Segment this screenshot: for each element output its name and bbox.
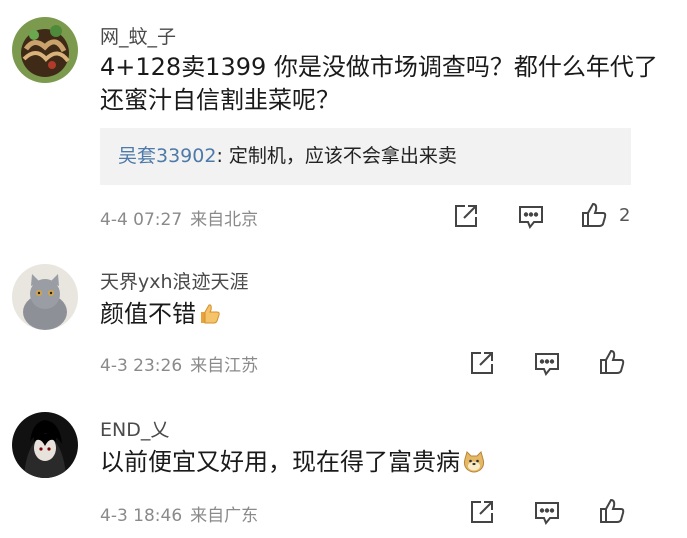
comment-item: 网_蚊_子 4+128卖1399 你是没做市场调查吗？都什么年代了 还蜜汁自信割… bbox=[0, 0, 687, 240]
location: 来自广东 bbox=[190, 506, 259, 526]
timestamp: 4-3 23:26 bbox=[100, 356, 183, 376]
username[interactable]: 网_蚊_子 bbox=[100, 22, 176, 49]
thumbs-up-emoji bbox=[198, 302, 222, 335]
avatar[interactable] bbox=[12, 412, 78, 478]
comment-text-body: 颜值不错 bbox=[100, 300, 196, 328]
username[interactable]: 天界yxh浪迹天涯 bbox=[100, 267, 249, 294]
comment-meta: 4-3 18:46 来自广东 bbox=[100, 501, 258, 526]
like-icon[interactable] bbox=[580, 201, 608, 229]
share-icon[interactable] bbox=[452, 202, 480, 230]
comment-meta: 4-4 07:27 来自北京 bbox=[100, 205, 258, 230]
comment-text: 4+128卖1399 你是没做市场调查吗？都什么年代了 还蜜汁自信割韭菜呢？ bbox=[100, 53, 658, 114]
comment-meta: 4-3 23:26 来自江苏 bbox=[100, 351, 258, 376]
reply-username[interactable]: 吴套33902 bbox=[118, 145, 216, 167]
comment-text: 颜值不错 bbox=[100, 298, 660, 335]
comment-icon[interactable] bbox=[533, 498, 561, 526]
comment-item: END_乂 以前便宜又好用，现在得了富贵病 4-3 18:46 来自广东 bbox=[0, 398, 687, 538]
comment-icon[interactable] bbox=[533, 349, 561, 377]
comment-text-body: 以前便宜又好用，现在得了富贵病 bbox=[100, 448, 460, 476]
reply-preview[interactable]: 吴套33902: 定制机，应该不会拿出来卖 bbox=[100, 128, 631, 185]
doge-emoji bbox=[462, 450, 486, 483]
timestamp: 4-3 18:46 bbox=[100, 506, 183, 526]
like-icon[interactable] bbox=[598, 348, 626, 376]
like-count: 2 bbox=[619, 205, 631, 226]
username[interactable]: END_乂 bbox=[100, 415, 169, 442]
comment-item: 天界yxh浪迹天涯 颜值不错 4-3 23:26 来自江苏 bbox=[0, 250, 687, 390]
comment-text: 以前便宜又好用，现在得了富贵病 bbox=[100, 446, 660, 483]
timestamp: 4-4 07:27 bbox=[100, 210, 183, 230]
comment-icon[interactable] bbox=[517, 202, 545, 230]
share-icon[interactable] bbox=[468, 498, 496, 526]
reply-text: : 定制机，应该不会拿出来卖 bbox=[216, 145, 457, 167]
like-icon[interactable] bbox=[598, 497, 626, 525]
share-icon[interactable] bbox=[468, 349, 496, 377]
avatar[interactable] bbox=[12, 264, 78, 330]
avatar[interactable] bbox=[12, 17, 78, 83]
location: 来自江苏 bbox=[190, 356, 259, 376]
location: 来自北京 bbox=[190, 210, 259, 230]
